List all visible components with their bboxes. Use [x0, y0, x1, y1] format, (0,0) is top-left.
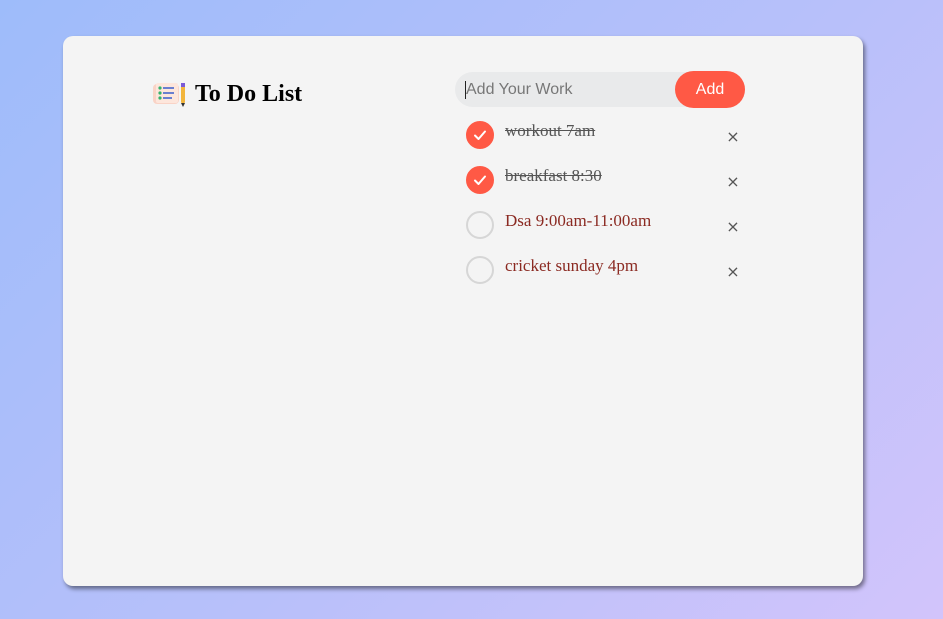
task-list: workout 7am × breakfast 8:30 × Dsa 9:00am-11…: [466, 120, 746, 300]
task-item[interactable]: workout 7am ×: [466, 120, 746, 165]
close-icon[interactable]: ×: [720, 213, 746, 239]
app-header: To Do List: [152, 80, 302, 108]
task-text[interactable]: Dsa 9:00am-11:00am: [505, 210, 651, 232]
task-item[interactable]: breakfast 8:30 ×: [466, 165, 746, 210]
checked-circle-icon[interactable]: [466, 121, 494, 149]
checkmark-icon: [474, 175, 486, 185]
task-item[interactable]: cricket sunday 4pm ×: [466, 255, 746, 300]
add-button[interactable]: Add: [675, 71, 745, 108]
notepad-checklist-icon: [152, 80, 188, 108]
task-text[interactable]: cricket sunday 4pm: [505, 255, 638, 277]
unchecked-circle-icon[interactable]: [466, 211, 494, 239]
checked-circle-icon[interactable]: [466, 166, 494, 194]
add-task-bar: Add: [455, 71, 745, 108]
task-text[interactable]: breakfast 8:30: [505, 165, 602, 187]
page-title: To Do List: [195, 80, 303, 107]
close-icon[interactable]: ×: [720, 258, 746, 284]
task-text[interactable]: workout 7am: [505, 120, 595, 142]
close-icon[interactable]: ×: [720, 123, 746, 149]
unchecked-circle-icon[interactable]: [466, 256, 494, 284]
todo-card: To Do List Add workout 7am×breakfast 8:3…: [63, 36, 863, 586]
close-icon[interactable]: ×: [720, 168, 746, 194]
checkmark-icon: [474, 130, 486, 140]
task-item[interactable]: Dsa 9:00am-11:00am ×: [466, 210, 746, 255]
